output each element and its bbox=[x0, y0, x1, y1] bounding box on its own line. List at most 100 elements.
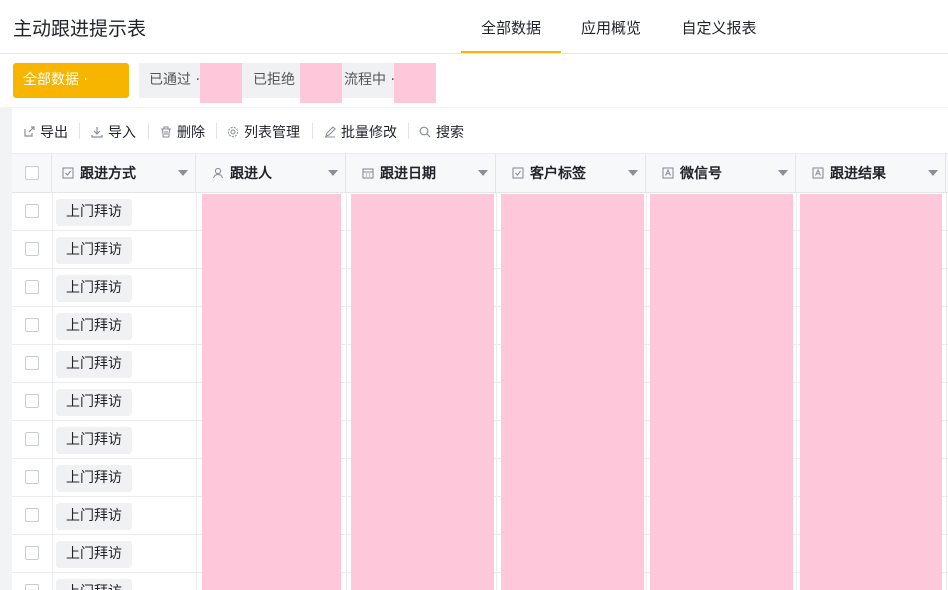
column-divider bbox=[796, 459, 797, 496]
column-divider bbox=[946, 573, 947, 590]
column-divider bbox=[346, 269, 347, 306]
column-divider bbox=[796, 307, 797, 344]
tab-all-data[interactable]: 全部数据 bbox=[461, 17, 561, 53]
follow-method-cell[interactable]: 上门拜访 bbox=[52, 193, 197, 230]
row-select-cell bbox=[12, 459, 53, 496]
row-checkbox[interactable] bbox=[25, 280, 39, 294]
column-label: 跟进方式 bbox=[80, 166, 136, 182]
column-divider bbox=[946, 269, 947, 306]
column-divider bbox=[646, 269, 647, 306]
redacted-column bbox=[800, 194, 942, 590]
row-checkbox[interactable] bbox=[25, 394, 39, 408]
search-label: 搜索 bbox=[436, 125, 464, 141]
column-divider bbox=[346, 383, 347, 420]
column-divider bbox=[646, 383, 647, 420]
follow-method-tag: 上门拜访 bbox=[56, 579, 132, 590]
chevron-down-icon[interactable] bbox=[478, 170, 488, 176]
column-header-follow-date[interactable]: 跟进日期 bbox=[346, 154, 496, 192]
data-table: 导出 导入 删除 列表管理 批量修改 搜索 跟进方式 跟进人 跟进日期 客户标签… bbox=[12, 108, 948, 590]
column-divider bbox=[496, 345, 497, 382]
column-divider bbox=[946, 497, 947, 534]
column-header-follow-result[interactable]: 跟进结果 bbox=[796, 154, 946, 192]
column-header-follower[interactable]: 跟进人 bbox=[196, 154, 346, 192]
chevron-down-icon[interactable] bbox=[928, 170, 938, 176]
export-button[interactable]: 导出 bbox=[23, 122, 68, 142]
row-checkbox[interactable] bbox=[25, 584, 39, 590]
delete-button[interactable]: 删除 bbox=[160, 122, 205, 142]
row-select-cell bbox=[12, 345, 53, 382]
column-divider bbox=[646, 345, 647, 382]
chevron-down-icon[interactable] bbox=[778, 170, 788, 176]
filter-bar: 全部数据 · 207 已通过 · 已拒绝 · 流程中 · bbox=[0, 54, 948, 123]
follow-method-cell[interactable]: 上门拜访 bbox=[52, 383, 197, 420]
select-all-checkbox[interactable] bbox=[25, 166, 39, 180]
row-checkbox[interactable] bbox=[25, 356, 39, 370]
column-divider bbox=[946, 383, 947, 420]
redacted-count bbox=[300, 63, 342, 103]
column-divider bbox=[496, 459, 497, 496]
filter-all-data[interactable]: 全部数据 · 207 bbox=[13, 63, 129, 123]
column-header-wechat[interactable]: 微信号 bbox=[646, 154, 796, 192]
column-divider bbox=[346, 307, 347, 344]
column-divider bbox=[796, 535, 797, 572]
person-icon bbox=[212, 167, 224, 179]
follow-method-cell[interactable]: 上门拜访 bbox=[52, 421, 197, 458]
row-checkbox[interactable] bbox=[25, 204, 39, 218]
table-header: 跟进方式 跟进人 跟进日期 客户标签 微信号 跟进结果 bbox=[12, 154, 948, 193]
column-divider bbox=[646, 231, 647, 268]
follow-method-cell[interactable]: 上门拜访 bbox=[52, 573, 197, 590]
bulk-edit-button[interactable]: 批量修改 bbox=[324, 122, 397, 142]
tab-app-overview[interactable]: 应用概览 bbox=[575, 17, 647, 53]
chevron-down-icon[interactable] bbox=[328, 170, 338, 176]
tab-custom-report[interactable]: 自定义报表 bbox=[675, 17, 763, 53]
follow-method-cell[interactable]: 上门拜访 bbox=[52, 231, 197, 268]
row-checkbox[interactable] bbox=[25, 318, 39, 332]
column-divider bbox=[346, 535, 347, 572]
row-checkbox[interactable] bbox=[25, 432, 39, 446]
column-header-follow-method[interactable]: 跟进方式 bbox=[52, 154, 196, 192]
column-divider bbox=[796, 231, 797, 268]
column-divider bbox=[346, 459, 347, 496]
column-divider bbox=[946, 345, 947, 382]
follow-method-cell[interactable]: 上门拜访 bbox=[52, 497, 197, 534]
column-divider bbox=[496, 497, 497, 534]
search-button[interactable]: 搜索 bbox=[419, 122, 464, 142]
row-checkbox[interactable] bbox=[25, 508, 39, 522]
search-icon bbox=[419, 126, 431, 138]
column-divider bbox=[346, 573, 347, 590]
bulk-edit-label: 批量修改 bbox=[341, 125, 397, 141]
row-select-cell bbox=[12, 421, 53, 458]
column-divider bbox=[346, 345, 347, 382]
column-management-button[interactable]: 列表管理 bbox=[227, 122, 300, 142]
row-select-cell bbox=[12, 269, 53, 306]
select-all-cell bbox=[12, 154, 52, 192]
follow-method-cell[interactable]: 上门拜访 bbox=[52, 307, 197, 344]
row-select-cell bbox=[12, 383, 53, 420]
follow-method-cell[interactable]: 上门拜访 bbox=[52, 535, 197, 572]
pencil-icon bbox=[325, 126, 336, 138]
follow-method-tag: 上门拜访 bbox=[56, 313, 132, 340]
follow-method-cell[interactable]: 上门拜访 bbox=[52, 345, 197, 382]
column-header-customer-tag[interactable]: 客户标签 bbox=[496, 154, 646, 192]
column-label: 跟进人 bbox=[230, 166, 272, 182]
column-label: 跟进日期 bbox=[380, 166, 436, 182]
row-checkbox[interactable] bbox=[25, 546, 39, 560]
redacted-column bbox=[501, 194, 644, 590]
column-divider bbox=[646, 573, 647, 590]
follow-method-cell[interactable]: 上门拜访 bbox=[52, 269, 197, 306]
column-divider bbox=[496, 573, 497, 590]
import-button[interactable]: 导入 bbox=[91, 122, 136, 142]
column-divider bbox=[796, 345, 797, 382]
row-select-cell bbox=[12, 573, 53, 590]
redacted-column bbox=[650, 194, 793, 590]
row-checkbox[interactable] bbox=[25, 470, 39, 484]
redacted-column bbox=[202, 194, 341, 590]
chevron-down-icon[interactable] bbox=[628, 170, 638, 176]
follow-method-cell[interactable]: 上门拜访 bbox=[52, 459, 197, 496]
column-divider bbox=[646, 497, 647, 534]
chevron-down-icon[interactable] bbox=[178, 170, 188, 176]
row-checkbox[interactable] bbox=[25, 242, 39, 256]
text-field-icon bbox=[662, 167, 674, 179]
divider bbox=[312, 123, 313, 139]
row-select-cell bbox=[12, 231, 53, 268]
